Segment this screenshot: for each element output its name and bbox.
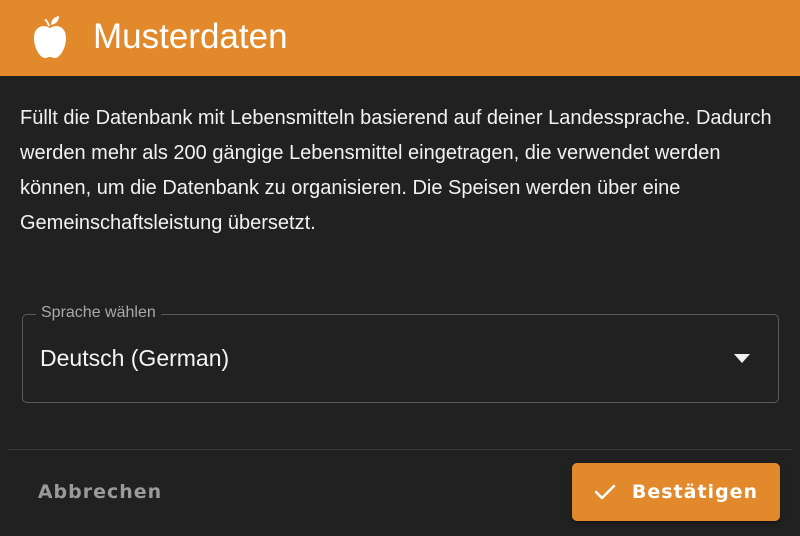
check-icon [594,484,616,500]
confirm-button[interactable]: Bestätigen [572,463,780,521]
dialog-title: Musterdaten [93,17,288,56]
cancel-button[interactable]: Abbrechen [22,466,178,518]
actions-divider [8,449,792,450]
language-select[interactable]: Sprache wählen Deutsch (German) [22,302,779,403]
language-select-value[interactable]: Deutsch (German) [40,342,229,374]
dialog-description: Füllt die Datenbank mit Lebensmitteln ba… [20,107,772,234]
language-select-label: Sprache wählen [36,302,161,324]
confirm-button-label: Bestätigen [631,481,759,503]
dropdown-arrow-icon[interactable] [734,354,750,364]
dialog-header: Musterdaten [0,0,800,76]
apple-icon [34,16,66,58]
